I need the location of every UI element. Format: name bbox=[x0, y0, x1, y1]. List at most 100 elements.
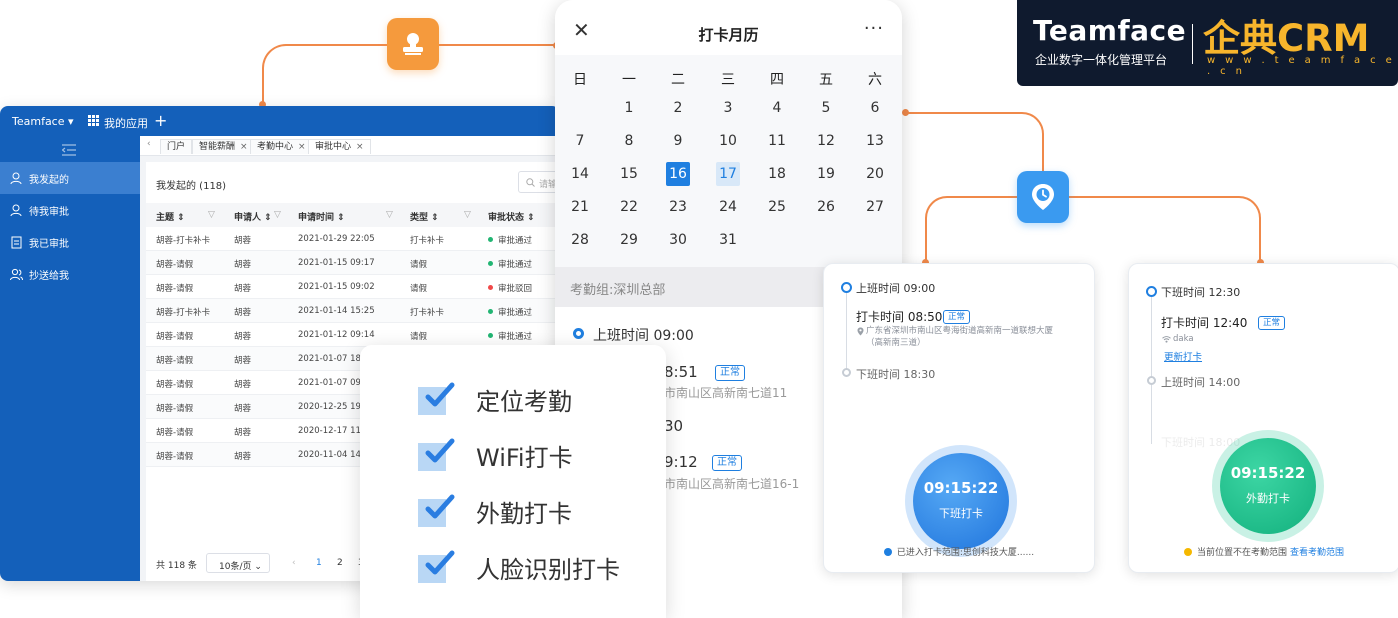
tab-back-icon[interactable]: ‹ bbox=[147, 139, 151, 149]
sidebar-item-pending[interactable]: 待我审批 bbox=[0, 194, 140, 226]
checkbox-checked-icon bbox=[418, 382, 455, 416]
sidebar-item-label: 待我审批 bbox=[29, 206, 69, 218]
logo-divider bbox=[1192, 24, 1193, 64]
table-row[interactable]: 胡蓉-打卡补卡 胡蓉 2021-01-29 22:05 打卡补卡 审批通过 bbox=[146, 227, 560, 251]
calendar-day[interactable]: 16 bbox=[666, 162, 690, 186]
location-badge bbox=[1017, 171, 1069, 223]
status-dot bbox=[488, 285, 493, 290]
search-input[interactable]: 请输 bbox=[518, 171, 560, 193]
logo-url: w w w . t e a m f a c e . c n bbox=[1207, 55, 1396, 77]
row-subject: 胡蓉-请假 bbox=[156, 356, 194, 366]
calendar-day[interactable]: 25 bbox=[765, 195, 789, 219]
connector-loc-right bbox=[1069, 196, 1261, 262]
calendar-day[interactable]: 24 bbox=[716, 195, 740, 219]
calendar-day[interactable]: 4 bbox=[765, 96, 789, 120]
calendar-day[interactable]: 9 bbox=[666, 129, 690, 153]
col-type[interactable]: 类型 ⇕ bbox=[410, 210, 439, 223]
table-row[interactable]: 胡蓉-请假 胡蓉 2021-01-15 09:17 请假 审批通过 bbox=[146, 251, 560, 275]
tab-attendance[interactable]: 考勤中心 × bbox=[250, 139, 313, 154]
calendar-day[interactable]: 20 bbox=[863, 162, 887, 186]
my-apps-link[interactable]: 我的应用 bbox=[104, 115, 148, 131]
calendar-day[interactable]: 6 bbox=[863, 96, 887, 120]
calendar-day[interactable]: 13 bbox=[863, 129, 887, 153]
col-time[interactable]: 申请时间 ⇕ bbox=[298, 210, 345, 223]
field-punch-button[interactable]: 09:15:22 外勤打卡 bbox=[1220, 438, 1316, 534]
tab-close-icon[interactable]: × bbox=[298, 142, 306, 152]
calendar-day[interactable]: 11 bbox=[765, 129, 789, 153]
calendar-day[interactable]: 18 bbox=[765, 162, 789, 186]
map-pin-icon bbox=[857, 327, 864, 336]
sidebar-item-approved[interactable]: 我已审批 bbox=[0, 226, 140, 258]
calendar-day[interactable]: 29 bbox=[617, 228, 641, 252]
more-icon[interactable]: ··· bbox=[864, 18, 884, 39]
app-topbar: Teamface ▾ 我的应用 + bbox=[0, 106, 560, 136]
calendar-day[interactable]: 28 bbox=[568, 228, 592, 252]
filter-icon[interactable]: ▽ bbox=[386, 210, 393, 220]
row-type: 打卡补卡 bbox=[410, 236, 445, 246]
row-time: 2020-12-25 19:0 bbox=[298, 402, 370, 412]
weekday-label: 日 bbox=[573, 72, 587, 88]
tab-close-icon[interactable]: × bbox=[240, 142, 248, 152]
address-fragment: 市南山区高新南七道11 bbox=[664, 386, 788, 400]
checkbox-checked-icon bbox=[418, 438, 455, 472]
table-row[interactable]: 胡蓉-请假 胡蓉 2021-01-12 09:14 请假 审批通过 bbox=[146, 323, 560, 347]
view-range-link[interactable]: 查看考勤范围 bbox=[1290, 548, 1344, 558]
filter-icon[interactable]: ▽ bbox=[274, 210, 281, 220]
logo-slogan: 企业数字一体化管理平台 bbox=[1035, 53, 1168, 67]
sidebar-item-my-requests[interactable]: 我发起的 bbox=[0, 162, 140, 194]
page-size-select[interactable]: 10条/页 ⌄ bbox=[206, 553, 270, 573]
grid-icon[interactable] bbox=[88, 115, 99, 126]
status-dot bbox=[488, 237, 493, 242]
calendar-day[interactable]: 10 bbox=[716, 129, 740, 153]
clock-out-button[interactable]: 09:15:22 下班打卡 bbox=[913, 453, 1009, 549]
calendar-day[interactable]: 23 bbox=[666, 195, 690, 219]
punch-time-fragment: 8:51 bbox=[664, 363, 698, 381]
filter-icon[interactable]: ▽ bbox=[464, 210, 471, 220]
tab-label: 审批中心 bbox=[315, 142, 352, 152]
calendar-day[interactable]: 30 bbox=[666, 228, 690, 252]
users-cc-icon bbox=[10, 268, 23, 280]
col-subject[interactable]: 主题 ⇕ bbox=[156, 210, 185, 223]
calendar-day[interactable]: 21 bbox=[568, 195, 592, 219]
page-1-button[interactable]: 1 bbox=[316, 558, 322, 568]
filter-icon[interactable]: ▽ bbox=[208, 210, 215, 220]
table-row[interactable]: 胡蓉-请假 胡蓉 2021-01-15 09:02 请假 审批驳回 bbox=[146, 275, 560, 299]
row-time: 2021-01-15 09:02 bbox=[298, 282, 375, 292]
row-time: 2021-01-14 15:25 bbox=[298, 306, 375, 316]
row-applicant: 胡蓉 bbox=[234, 308, 252, 318]
calendar-day[interactable]: 22 bbox=[617, 195, 641, 219]
timeline-line bbox=[846, 290, 847, 374]
calendar-day[interactable]: 5 bbox=[814, 96, 838, 120]
collapse-menu-icon[interactable] bbox=[62, 144, 76, 156]
calendar-day[interactable]: 19 bbox=[814, 162, 838, 186]
calendar-day[interactable]: 26 bbox=[814, 195, 838, 219]
pagination: 共 118 条 10条/页 ⌄ ‹ 1 2 3 bbox=[156, 553, 364, 573]
table-row[interactable]: 胡蓉-打卡补卡 胡蓉 2021-01-14 15:25 打卡补卡 审批通过 bbox=[146, 299, 560, 323]
feature-item: 人脸识别打卡 bbox=[418, 550, 620, 584]
calendar-day[interactable]: 7 bbox=[568, 129, 592, 153]
sidebar-item-cc[interactable]: 抄送给我 bbox=[0, 258, 140, 290]
calendar-day[interactable]: 8 bbox=[617, 129, 641, 153]
org-switcher[interactable]: Teamface ▾ bbox=[12, 115, 74, 128]
update-punch-link[interactable]: 更新打卡 bbox=[1164, 349, 1202, 363]
calendar-day[interactable]: 15 bbox=[617, 162, 641, 186]
col-status[interactable]: 审批状态 ⇕ bbox=[488, 210, 535, 223]
add-app-button[interactable]: + bbox=[154, 111, 167, 130]
calendar-day[interactable]: 2 bbox=[666, 96, 690, 120]
calendar-day[interactable]: 31 bbox=[716, 228, 740, 252]
range-status: 当前位置不在考勤范围 查看考勤范围 bbox=[1129, 545, 1398, 558]
page-2-button[interactable]: 2 bbox=[337, 558, 343, 568]
col-applicant[interactable]: 申请人 ⇕ bbox=[234, 210, 272, 223]
prev-page-button[interactable]: ‹ bbox=[292, 558, 296, 568]
calendar-day[interactable]: 17 bbox=[716, 162, 740, 186]
calendar-day[interactable]: 27 bbox=[863, 195, 887, 219]
tab-approval[interactable]: 审批中心 × bbox=[308, 139, 371, 154]
tab-portal[interactable]: 门户 bbox=[160, 139, 193, 154]
tab-salary[interactable]: 智能薪酬 × bbox=[192, 139, 255, 154]
row-applicant: 胡蓉 bbox=[234, 260, 252, 270]
calendar-day[interactable]: 14 bbox=[568, 162, 592, 186]
calendar-day[interactable]: 1 bbox=[617, 96, 641, 120]
tab-close-icon[interactable]: × bbox=[356, 142, 364, 152]
calendar-day[interactable]: 3 bbox=[716, 96, 740, 120]
calendar-day[interactable]: 12 bbox=[814, 129, 838, 153]
